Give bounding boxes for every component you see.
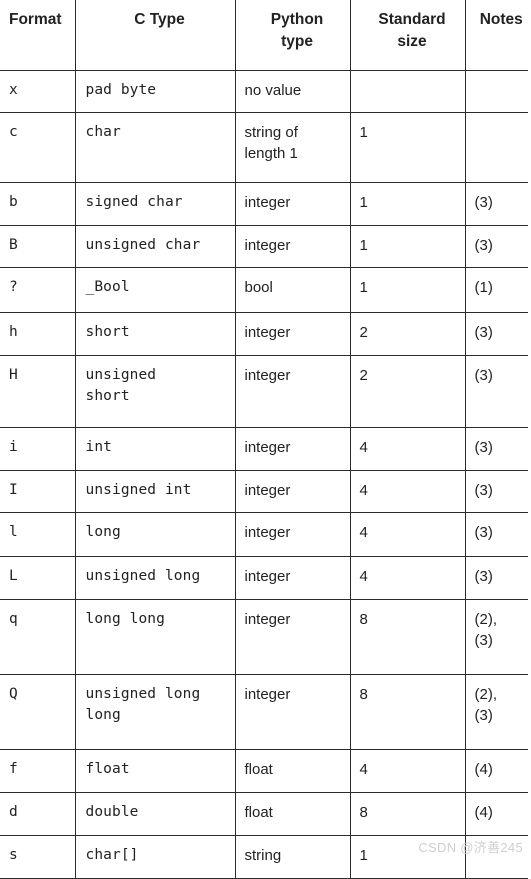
- cell-python-type: integer: [235, 427, 351, 471]
- table-row: Qunsigned long long integer 8 (2), (3): [0, 674, 528, 750]
- cell-notes: (3): [465, 556, 528, 600]
- cell-format: h: [0, 312, 76, 356]
- cell-notes: (4): [465, 749, 528, 793]
- cell-standard-size: 4: [350, 470, 466, 513]
- cell-format: L: [0, 556, 76, 600]
- cell-standard-size: 1: [350, 182, 466, 226]
- column-header-python-type: Python type: [235, 0, 351, 71]
- cell-python-type: integer: [235, 674, 351, 750]
- cell-standard-size: 8: [350, 792, 466, 836]
- cell-python-type: integer: [235, 355, 351, 428]
- cell-format: Q: [0, 674, 76, 750]
- cell-python-type: integer: [235, 512, 351, 557]
- cell-c-type: short: [75, 312, 236, 356]
- cell-notes: (3): [465, 312, 528, 356]
- cell-python-type: integer: [235, 470, 351, 513]
- cell-c-type: unsigned long: [75, 556, 236, 600]
- cell-standard-size: 4: [350, 427, 466, 471]
- cell-format: B: [0, 225, 76, 268]
- table-row: i int integer 4 (3): [0, 427, 528, 471]
- cell-standard-size: 1: [350, 267, 466, 313]
- table-row: f float float 4 (4): [0, 749, 528, 793]
- cell-format: c: [0, 112, 76, 183]
- table-header-row: Format C Type Python type Standard size …: [0, 0, 528, 71]
- cell-notes: (3): [465, 512, 528, 557]
- cell-standard-size: 4: [350, 749, 466, 793]
- cell-c-type: long long: [75, 599, 236, 675]
- table-row: x pad byte no value: [0, 70, 528, 113]
- cell-c-type: unsigned short: [75, 355, 236, 428]
- column-header-standard-size: Standard size: [350, 0, 466, 71]
- cell-format: q: [0, 599, 76, 675]
- cell-c-type: signed char: [75, 182, 236, 226]
- cell-notes: (2), (3): [465, 674, 528, 750]
- cell-notes: (1): [465, 267, 528, 313]
- cell-standard-size: 8: [350, 674, 466, 750]
- struct-format-table: Format C Type Python type Standard size …: [0, 0, 528, 879]
- cell-standard-size: 1: [350, 225, 466, 268]
- cell-python-type: integer: [235, 312, 351, 356]
- cell-python-type: integer: [235, 182, 351, 226]
- cell-format: f: [0, 749, 76, 793]
- cell-notes: (4): [465, 792, 528, 836]
- cell-standard-size: 2: [350, 355, 466, 428]
- cell-standard-size: 1: [350, 112, 466, 183]
- cell-python-type: string of length 1: [235, 112, 351, 183]
- table-row: ? _Bool bool 1 (1): [0, 267, 528, 313]
- table-row: Bunsigned char integer 1 (3): [0, 225, 528, 268]
- table-row: c char string of length 11: [0, 112, 528, 183]
- table-row: l long integer 4 (3): [0, 512, 528, 557]
- column-header-c-type: C Type: [75, 0, 236, 71]
- cell-c-type: unsigned int: [75, 470, 236, 513]
- cell-standard-size: 4: [350, 556, 466, 600]
- cell-c-type: long: [75, 512, 236, 557]
- cell-python-type: no value: [235, 70, 351, 113]
- table-row: Iunsigned int integer 4 (3): [0, 470, 528, 513]
- column-header-format: Format: [0, 0, 76, 71]
- cell-standard-size: 4: [350, 512, 466, 557]
- cell-format: l: [0, 512, 76, 557]
- cell-notes: (3): [465, 225, 528, 268]
- cell-notes: (3): [465, 182, 528, 226]
- cell-python-type: float: [235, 749, 351, 793]
- cell-python-type: float: [235, 792, 351, 836]
- cell-notes: (3): [465, 355, 528, 428]
- cell-notes: (2), (3): [465, 599, 528, 675]
- cell-standard-size: [350, 70, 466, 113]
- cell-notes: (3): [465, 470, 528, 513]
- cell-format: b: [0, 182, 76, 226]
- table-header: Format C Type Python type Standard size …: [0, 0, 528, 71]
- cell-notes: [465, 112, 528, 183]
- cell-c-type: int: [75, 427, 236, 471]
- table-body: x pad byte no value c char string of length 1…: [0, 70, 528, 879]
- table-row: b signed char integer 1 (3): [0, 182, 528, 226]
- cell-c-type: float: [75, 749, 236, 793]
- cell-notes: (3): [465, 427, 528, 471]
- cell-notes: [465, 70, 528, 113]
- cell-c-type: char: [75, 112, 236, 183]
- cell-c-type: unsigned char: [75, 225, 236, 268]
- table-row: Hunsigned short integer 2 (3): [0, 355, 528, 428]
- cell-python-type: integer: [235, 225, 351, 268]
- cell-standard-size: 2: [350, 312, 466, 356]
- table-row: q long long integer 8 (2), (3): [0, 599, 528, 675]
- column-header-notes: Notes: [465, 0, 528, 71]
- cell-format: H: [0, 355, 76, 428]
- cell-c-type: pad byte: [75, 70, 236, 113]
- cell-standard-size: 8: [350, 599, 466, 675]
- cell-format: d: [0, 792, 76, 836]
- cell-c-type: unsigned long long: [75, 674, 236, 750]
- cell-c-type: double: [75, 792, 236, 836]
- cell-format: x: [0, 70, 76, 113]
- table-row: h short integer 2 (3): [0, 312, 528, 356]
- cell-format: ?: [0, 267, 76, 313]
- table-row: Lunsigned long integer 4 (3): [0, 556, 528, 600]
- cell-python-type: integer: [235, 599, 351, 675]
- cell-python-type: bool: [235, 267, 351, 313]
- cell-c-type: _Bool: [75, 267, 236, 313]
- cell-format: i: [0, 427, 76, 471]
- table-row: d double float 8 (4): [0, 792, 528, 836]
- cell-python-type: integer: [235, 556, 351, 600]
- cell-format: I: [0, 470, 76, 513]
